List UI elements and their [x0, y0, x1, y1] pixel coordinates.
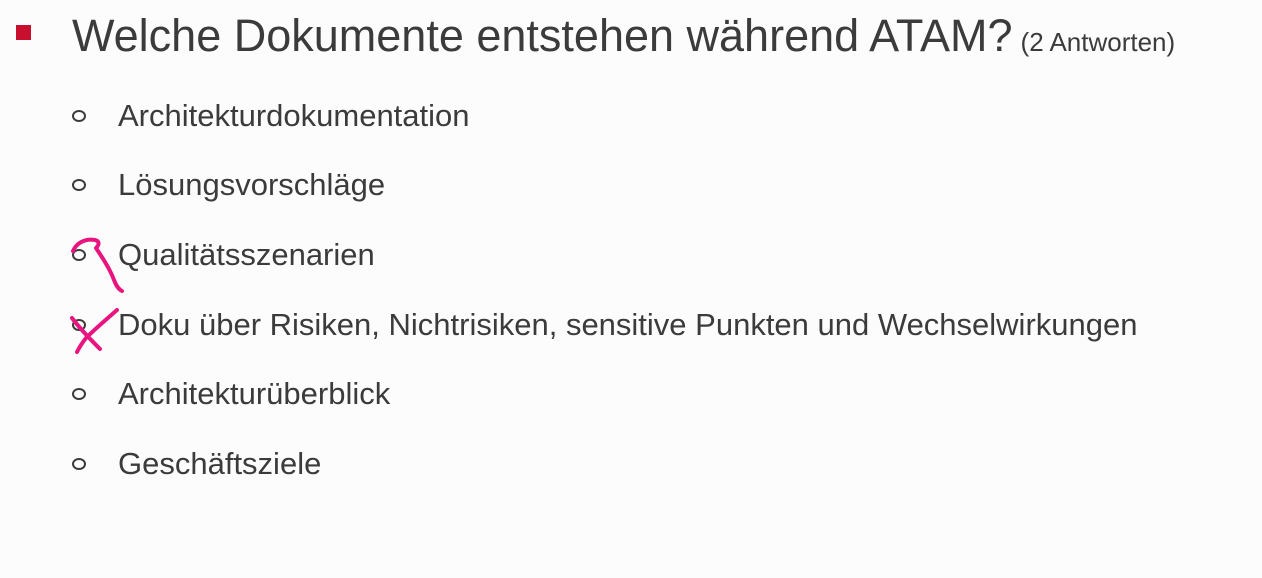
option-label: Geschäftsziele	[118, 446, 322, 481]
circle-bullet-icon	[72, 458, 86, 470]
handwritten-cross-mark-stroke-2-icon	[75, 308, 119, 354]
option-label: Architekturdokumentation	[118, 98, 470, 133]
handwritten-check-mark-icon	[71, 237, 124, 293]
handwritten-annotations	[70, 237, 124, 354]
option-label: Lösungsvorschläge	[118, 167, 386, 202]
option-label: Qualitätsszenarien	[118, 237, 375, 272]
option-label: Doku über Risiken, Nichtrisiken, sensiti…	[118, 307, 1138, 342]
circle-bullet-icon	[72, 249, 86, 261]
question-text: Welche Dokumente entstehen während ATAM?	[72, 10, 1013, 61]
bullet-square-icon	[16, 25, 31, 40]
circle-bullet-icon	[72, 110, 86, 122]
option-label: Architekturüberblick	[118, 376, 391, 411]
answer-count-hint: (2 Antworten)	[1020, 27, 1176, 57]
question-heading: Welche Dokumente entstehen während ATAM?…	[72, 8, 1175, 75]
circle-bullet-icon	[72, 319, 86, 331]
circle-bullet-icon	[72, 388, 86, 400]
circle-bullet-icon	[72, 179, 86, 191]
